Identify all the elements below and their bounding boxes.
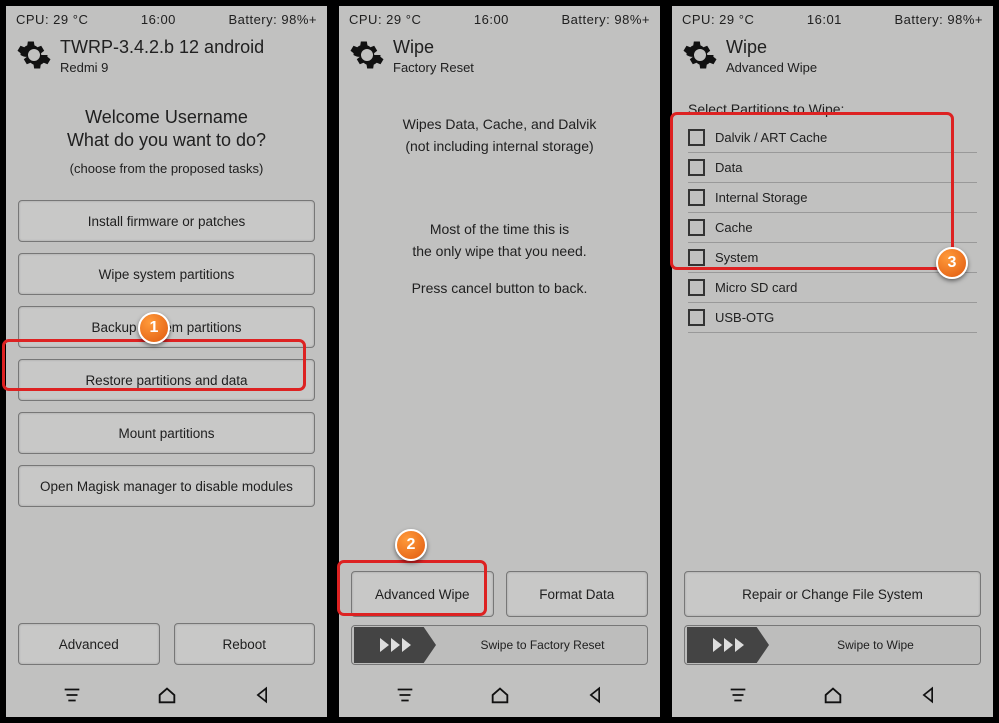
page-title: Wipe xyxy=(393,37,474,58)
status-bar: CPU: 29 °C 16:00 Battery: 98%+ xyxy=(6,6,327,29)
partition-microsd[interactable]: Micro SD card xyxy=(688,273,977,303)
checkbox-icon[interactable] xyxy=(688,129,705,146)
partition-dalvik[interactable]: Dalvik / ART Cache xyxy=(688,123,977,153)
swipe-handle-icon[interactable] xyxy=(354,627,436,663)
back-icon[interactable] xyxy=(249,682,275,708)
welcome-line2: What do you want to do? xyxy=(18,130,315,151)
format-data-button[interactable]: Format Data xyxy=(506,571,649,617)
partition-internal[interactable]: Internal Storage xyxy=(688,183,977,213)
page-subtitle: Advanced Wipe xyxy=(726,60,817,75)
status-battery: Battery: 98%+ xyxy=(561,12,650,27)
welcome-hint: (choose from the proposed tasks) xyxy=(18,161,315,176)
backup-partitions-button[interactable]: Backup system partitions xyxy=(18,306,315,348)
swipe-wipe[interactable]: Swipe to Wipe xyxy=(684,625,981,665)
page-title: TWRP-3.4.2.b 12 android xyxy=(60,37,264,58)
install-firmware-button[interactable]: Install firmware or patches xyxy=(18,200,315,242)
home-icon[interactable] xyxy=(154,682,180,708)
checkbox-icon[interactable] xyxy=(688,309,705,326)
nav-bar xyxy=(6,673,327,717)
partition-system[interactable]: System xyxy=(688,243,977,273)
panel-home: CPU: 29 °C 16:00 Battery: 98%+ TWRP-3.4.… xyxy=(0,0,333,723)
select-partitions-title: Select Partitions to Wipe: xyxy=(684,101,981,117)
status-bar: CPU: 29 °C 16:00 Battery: 98%+ xyxy=(339,6,660,29)
status-time: 16:00 xyxy=(474,12,509,27)
gear-icon xyxy=(682,37,718,73)
partition-cache[interactable]: Cache xyxy=(688,213,977,243)
advanced-button[interactable]: Advanced xyxy=(18,623,160,665)
home-icon[interactable] xyxy=(487,682,513,708)
status-time: 16:01 xyxy=(807,12,842,27)
header: Wipe Advanced Wipe xyxy=(672,29,993,79)
magisk-button[interactable]: Open Magisk manager to disable modules xyxy=(18,465,315,507)
home-icon[interactable] xyxy=(820,682,846,708)
checkbox-icon[interactable] xyxy=(688,189,705,206)
partition-data[interactable]: Data xyxy=(688,153,977,183)
main-button-list: Install firmware or patches Wipe system … xyxy=(18,200,315,507)
status-battery: Battery: 98%+ xyxy=(228,12,317,27)
page-title: Wipe xyxy=(726,37,817,58)
panel-advanced-wipe: CPU: 29 °C 16:01 Battery: 98%+ Wipe Adva… xyxy=(666,0,999,723)
swipe-label: Swipe to Wipe xyxy=(771,638,980,652)
restore-partitions-button[interactable]: Restore partitions and data xyxy=(18,359,315,401)
partition-usbotg[interactable]: USB-OTG xyxy=(688,303,977,333)
welcome-block: Welcome Username What do you want to do?… xyxy=(18,107,315,176)
swipe-factory-reset[interactable]: Swipe to Factory Reset xyxy=(351,625,648,665)
reboot-button[interactable]: Reboot xyxy=(174,623,316,665)
status-battery: Battery: 98%+ xyxy=(894,12,983,27)
menu-icon[interactable] xyxy=(725,682,751,708)
wipe-partitions-button[interactable]: Wipe system partitions xyxy=(18,253,315,295)
mount-partitions-button[interactable]: Mount partitions xyxy=(18,412,315,454)
page-subtitle: Redmi 9 xyxy=(60,60,264,75)
back-icon[interactable] xyxy=(582,682,608,708)
gear-icon xyxy=(349,37,385,73)
checkbox-icon[interactable] xyxy=(688,219,705,236)
advanced-wipe-button[interactable]: Advanced Wipe xyxy=(351,571,494,617)
header: Wipe Factory Reset xyxy=(339,29,660,79)
swipe-label: Swipe to Factory Reset xyxy=(438,638,647,652)
repair-filesystem-button[interactable]: Repair or Change File System xyxy=(684,571,981,617)
partition-list: Dalvik / ART Cache Data Internal Storage… xyxy=(684,123,981,333)
status-bar: CPU: 29 °C 16:01 Battery: 98%+ xyxy=(672,6,993,29)
page-subtitle: Factory Reset xyxy=(393,60,474,75)
nav-bar xyxy=(672,673,993,717)
swipe-handle-icon[interactable] xyxy=(687,627,769,663)
checkbox-icon[interactable] xyxy=(688,249,705,266)
panel-wipe: CPU: 29 °C 16:00 Battery: 98%+ Wipe Fact… xyxy=(333,0,666,723)
nav-bar xyxy=(339,673,660,717)
badge-2: 2 xyxy=(395,529,427,561)
welcome-line1: Welcome Username xyxy=(18,107,315,128)
status-time: 16:00 xyxy=(141,12,176,27)
gear-icon xyxy=(16,37,52,73)
status-cpu: CPU: 29 °C xyxy=(349,12,421,27)
wipe-info-2: Most of the time this is the only wipe t… xyxy=(351,218,648,299)
back-icon[interactable] xyxy=(915,682,941,708)
menu-icon[interactable] xyxy=(59,682,85,708)
wipe-info-1: Wipes Data, Cache, and Dalvik (not inclu… xyxy=(351,113,648,158)
menu-icon[interactable] xyxy=(392,682,418,708)
status-cpu: CPU: 29 °C xyxy=(682,12,754,27)
header: TWRP-3.4.2.b 12 android Redmi 9 xyxy=(6,29,327,79)
checkbox-icon[interactable] xyxy=(688,279,705,296)
status-cpu: CPU: 29 °C xyxy=(16,12,88,27)
checkbox-icon[interactable] xyxy=(688,159,705,176)
